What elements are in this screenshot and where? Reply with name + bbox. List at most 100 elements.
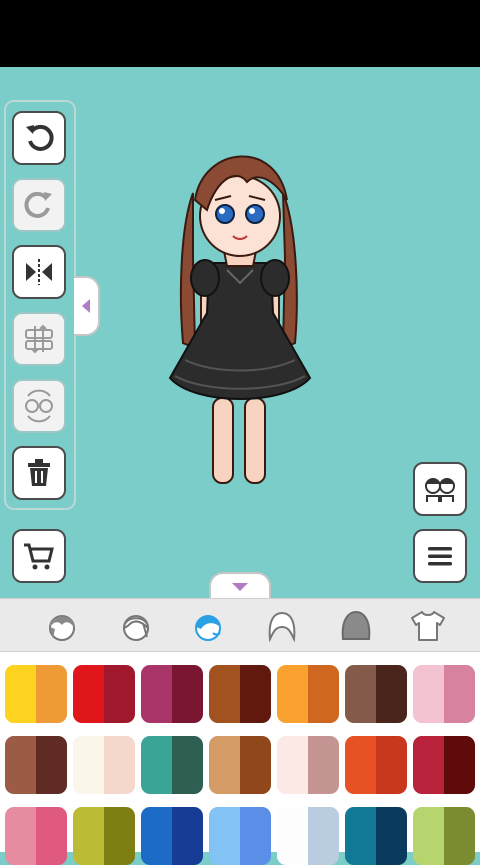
swatch-dark-half <box>104 807 135 865</box>
swatch-light-half <box>141 807 172 865</box>
flip-horizontal-icon <box>26 259 52 285</box>
swatch-light-half <box>5 807 36 865</box>
color-swatch[interactable] <box>413 665 475 723</box>
hair-color-icon <box>341 610 371 640</box>
color-swatch[interactable] <box>345 736 407 794</box>
menu-button[interactable] <box>413 529 467 583</box>
characters-button[interactable] <box>413 462 467 516</box>
redo-icon <box>24 191 52 218</box>
swatch-light-half <box>5 665 36 723</box>
swatch-dark-half <box>308 807 339 865</box>
hair-front-icon <box>49 615 75 641</box>
layer-order-icon <box>25 324 53 354</box>
swatch-light-half <box>277 665 308 723</box>
swatch-light-half <box>413 736 444 794</box>
swatch-light-half <box>209 736 240 794</box>
swatch-light-half <box>141 665 172 723</box>
swatch-light-half <box>73 665 104 723</box>
color-swatch[interactable] <box>413 807 475 865</box>
category-bar <box>0 598 480 652</box>
category-head-shape[interactable] <box>262 607 302 645</box>
swatch-light-half <box>5 736 36 794</box>
swatch-light-half <box>209 665 240 723</box>
color-swatch[interactable] <box>5 665 67 723</box>
swatch-light-half <box>345 736 376 794</box>
color-swatch[interactable] <box>5 807 67 865</box>
hair-side-icon <box>122 615 150 641</box>
color-swatch[interactable] <box>209 665 271 723</box>
category-clothing[interactable] <box>408 607 448 645</box>
swatch-dark-half <box>172 807 203 865</box>
swatch-light-half <box>209 807 240 865</box>
swatch-light-half <box>413 665 444 723</box>
swatch-dark-half <box>444 807 475 865</box>
swatch-dark-half <box>36 665 67 723</box>
hair-back-icon <box>195 615 221 641</box>
swatch-dark-half <box>376 665 407 723</box>
swatch-light-half <box>141 736 172 794</box>
color-palette <box>0 652 480 865</box>
color-swatch[interactable] <box>5 736 67 794</box>
color-swatch[interactable] <box>141 807 203 865</box>
category-hair-color[interactable] <box>336 607 376 645</box>
chevron-left-icon <box>82 299 90 313</box>
shop-button[interactable] <box>12 529 66 583</box>
swatch-dark-half <box>240 736 271 794</box>
swatch-light-half <box>73 807 104 865</box>
swatch-dark-half <box>172 665 203 723</box>
hamburger-menu-icon <box>428 547 452 566</box>
color-swatch[interactable] <box>277 736 339 794</box>
category-hair-side[interactable] <box>116 607 156 645</box>
cart-icon <box>24 543 54 570</box>
head-shape-icon <box>268 611 296 643</box>
color-swatch[interactable] <box>209 807 271 865</box>
category-hair-back[interactable] <box>188 607 228 645</box>
swatch-light-half <box>345 807 376 865</box>
color-swatch[interactable] <box>141 736 203 794</box>
collapse-panel-tab[interactable] <box>74 276 100 336</box>
swatch-dark-half <box>104 665 135 723</box>
color-swatch[interactable] <box>277 665 339 723</box>
color-swatch[interactable] <box>73 736 135 794</box>
top-status-bar <box>0 0 480 67</box>
swatch-dark-half <box>308 665 339 723</box>
color-swatch[interactable] <box>73 665 135 723</box>
undo-button[interactable] <box>12 111 66 165</box>
swatch-dark-half <box>376 736 407 794</box>
redo-button[interactable] <box>12 178 66 232</box>
color-swatch[interactable] <box>141 665 203 723</box>
swatch-light-half <box>277 807 308 865</box>
swatch-dark-half <box>172 736 203 794</box>
color-swatch[interactable] <box>413 736 475 794</box>
color-swatch[interactable] <box>277 807 339 865</box>
flip-button[interactable] <box>12 245 66 299</box>
swatch-dark-half <box>376 807 407 865</box>
swatch-dark-half <box>444 665 475 723</box>
two-characters-icon <box>425 478 455 502</box>
swatch-dark-half <box>308 736 339 794</box>
layer-order-button[interactable] <box>12 312 66 366</box>
swatch-dark-half <box>36 736 67 794</box>
swap-character-button[interactable] <box>12 379 66 433</box>
collapse-bottom-panel-tab[interactable] <box>209 572 271 600</box>
character-figure[interactable] <box>165 138 315 490</box>
undo-icon <box>26 124 54 151</box>
delete-button[interactable] <box>12 446 66 500</box>
swatch-light-half <box>413 807 444 865</box>
chevron-down-icon <box>232 583 248 591</box>
swatch-dark-half <box>444 736 475 794</box>
swatch-light-half <box>73 736 104 794</box>
swatch-dark-half <box>240 807 271 865</box>
swatch-dark-half <box>240 665 271 723</box>
trash-icon <box>28 459 50 486</box>
swatch-dark-half <box>104 736 135 794</box>
color-swatch[interactable] <box>209 736 271 794</box>
color-swatch[interactable] <box>73 807 135 865</box>
color-swatch[interactable] <box>345 665 407 723</box>
swap-character-icon <box>25 389 53 423</box>
category-hair-front[interactable] <box>42 607 82 645</box>
swatch-dark-half <box>36 807 67 865</box>
color-swatch[interactable] <box>345 807 407 865</box>
swatch-light-half <box>345 665 376 723</box>
swatch-light-half <box>277 736 308 794</box>
